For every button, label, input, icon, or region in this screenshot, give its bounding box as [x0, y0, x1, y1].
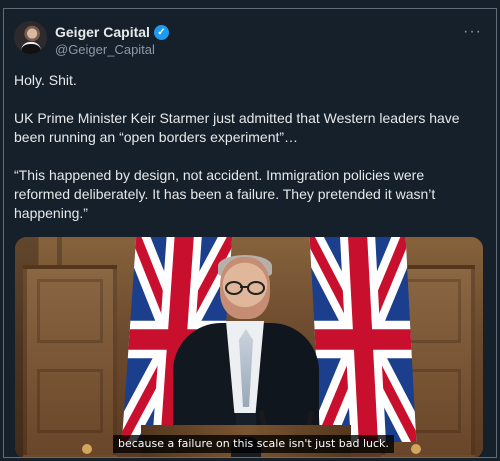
- post-text-paragraph: “This happened by design, not accident. …: [14, 167, 436, 221]
- tweet-card: Geiger Capital ✓ @Geiger_Capital ··· Hol…: [3, 8, 497, 458]
- display-name[interactable]: Geiger Capital: [55, 24, 150, 40]
- verified-badge-icon: ✓: [153, 24, 169, 40]
- avatar[interactable]: [14, 21, 47, 54]
- video-caption: because a failure on this scale isn't ju…: [113, 435, 394, 453]
- left-door: [23, 265, 117, 457]
- post-header: Geiger Capital ✓ @Geiger_Capital ···: [14, 17, 486, 57]
- glasses-icon: [225, 281, 265, 295]
- more-options-icon[interactable]: ···: [463, 23, 482, 41]
- union-jack-flag-right: [309, 237, 417, 442]
- author-handle[interactable]: @Geiger_Capital: [55, 42, 155, 57]
- video-thumbnail[interactable]: because a failure on this scale isn't ju…: [15, 237, 483, 457]
- author-name-line[interactable]: Geiger Capital ✓: [55, 24, 169, 40]
- post-text-line: Holy. Shit.: [14, 72, 77, 88]
- post-text: Holy. Shit. UK Prime Minister Keir Starm…: [14, 71, 482, 223]
- post-text-paragraph: UK Prime Minister Keir Starmer just admi…: [14, 110, 460, 145]
